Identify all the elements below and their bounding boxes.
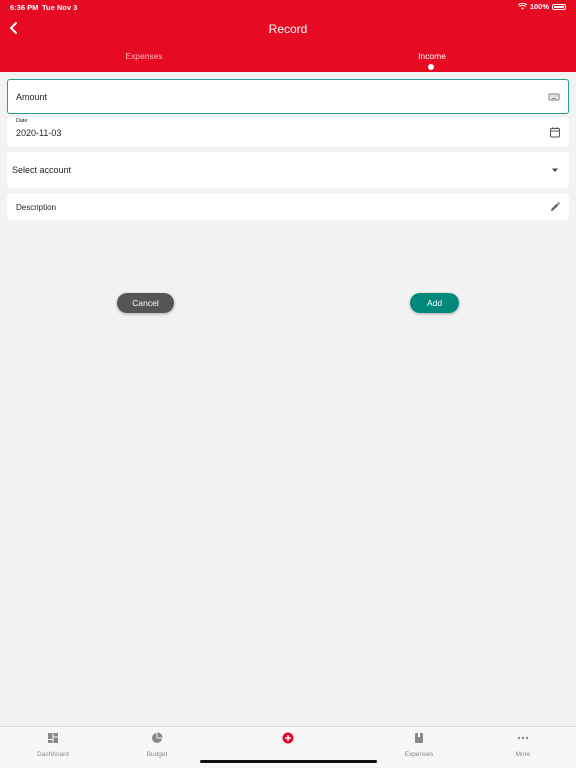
- tabbar-item-budget[interactable]: Budget: [117, 732, 197, 758]
- active-tab-indicator: [428, 64, 434, 70]
- tab-expenses[interactable]: Expenses: [84, 51, 204, 61]
- amount-placeholder: Amount: [16, 92, 48, 102]
- tabbar-label-dashboard: Dashboard: [37, 751, 69, 758]
- add-circle-icon: [282, 732, 294, 744]
- amount-field[interactable]: Amount: [7, 79, 569, 114]
- pie-chart-icon: [152, 732, 163, 743]
- tabbar-label-more: More: [515, 751, 531, 758]
- status-time: 6:36 PM: [10, 3, 39, 12]
- tabbar-item-add[interactable]: [248, 732, 328, 751]
- tabbar-label-budget: Budget: [146, 751, 168, 758]
- status-date: Tue Nov 3: [42, 3, 78, 12]
- book-icon: [415, 733, 423, 743]
- dropdown-arrow-icon[interactable]: [549, 164, 561, 176]
- cancel-button[interactable]: Cancel: [117, 293, 174, 313]
- keyboard-icon[interactable]: [548, 91, 560, 103]
- dashboard-icon: [48, 733, 58, 743]
- description-field[interactable]: Description: [7, 194, 569, 220]
- tabbar-label-expenses: Expenses: [404, 751, 434, 758]
- account-placeholder: Select account: [12, 165, 72, 175]
- tabbar-item-dashboard[interactable]: Dashboard: [13, 732, 93, 758]
- home-indicator: [200, 760, 377, 763]
- app-header: 6:36 PM Tue Nov 3 100% Record Expenses I…: [0, 0, 576, 72]
- status-indicators: 100%: [517, 2, 566, 11]
- status-bar: 6:36 PM Tue Nov 3 100%: [0, 0, 576, 14]
- account-select[interactable]: Select account: [7, 152, 569, 188]
- wifi-icon: [517, 3, 527, 10]
- tabbar-item-expenses[interactable]: Expenses: [379, 732, 459, 758]
- date-field[interactable]: Date 2020-11-03: [7, 117, 569, 147]
- date-label: Date: [16, 118, 28, 124]
- more-icon: [517, 736, 529, 740]
- page-title: Record: [268, 22, 308, 36]
- calendar-icon[interactable]: [549, 126, 561, 138]
- date-value: 2020-11-03: [16, 128, 62, 138]
- pencil-icon[interactable]: [549, 201, 561, 213]
- tabbar-item-more[interactable]: More: [483, 732, 563, 758]
- add-button[interactable]: Add: [410, 293, 459, 313]
- description-placeholder: Description: [16, 203, 57, 212]
- battery-percent: 100%: [529, 2, 549, 11]
- tab-income[interactable]: Income: [372, 51, 492, 61]
- battery-icon: [552, 3, 566, 10]
